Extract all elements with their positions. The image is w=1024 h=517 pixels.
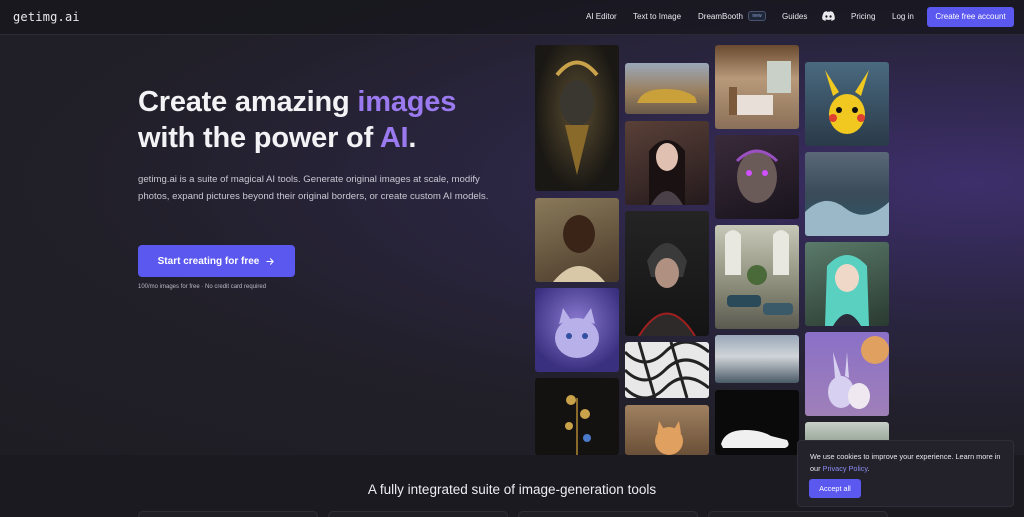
free-note: 100/mo images for free · No credit card …: [138, 284, 267, 290]
gallery-tile-mask: [535, 45, 619, 191]
create-account-button[interactable]: Create free account: [927, 7, 1014, 27]
logo[interactable]: getimg.ai: [13, 10, 80, 24]
nav-guides[interactable]: Guides: [782, 12, 807, 21]
hero-title-end: .: [408, 122, 417, 154]
gallery-tile-pikachu: [805, 62, 889, 146]
new-badge: new: [748, 11, 766, 21]
gallery-tile-cat: [535, 288, 619, 372]
gallery-tile-cars-hall: [715, 225, 799, 329]
gallery-tile-warrior: [625, 211, 709, 336]
hero-subtitle: getimg.ai is a suite of magical AI tools…: [138, 174, 489, 202]
accept-all-button[interactable]: Accept all: [809, 479, 861, 498]
gallery-tile-cyborg: [715, 135, 799, 219]
arrow-right-icon: [266, 257, 275, 265]
cookie-message: We use cookies to improve your experienc…: [810, 451, 1005, 474]
gallery-tile-flowers: [535, 378, 619, 455]
feature-card: [518, 511, 698, 517]
top-nav: getimg.ai AI Editor Text to Image DreamB…: [0, 0, 1024, 35]
feature-card: [708, 511, 888, 517]
nav-ai-editor[interactable]: AI Editor: [586, 12, 617, 21]
hero-title-highlight2: AI: [379, 122, 409, 154]
feature-card: [328, 511, 508, 517]
gallery-tile-car: [625, 63, 709, 114]
nav-pricing[interactable]: Pricing: [851, 12, 875, 21]
nav-dreambooth[interactable]: DreamBooth: [698, 12, 743, 21]
gallery-tile-bunny-cat: [805, 332, 889, 416]
gallery-tile-clouds: [715, 335, 799, 383]
cookie-text-end: .: [867, 463, 870, 473]
hero-title-highlight1: images: [357, 86, 457, 118]
gallery-tile-wave: [805, 152, 889, 236]
privacy-policy-link[interactable]: Privacy Policy: [823, 464, 868, 473]
nav-login[interactable]: Log in: [892, 12, 914, 21]
discord-icon[interactable]: [822, 11, 835, 21]
feature-card: [138, 511, 318, 517]
start-creating-label: Start creating for free: [157, 255, 260, 267]
hero-title-part2: with the power of: [138, 122, 380, 154]
start-creating-button[interactable]: Start creating for free: [138, 245, 295, 277]
gallery-tile-sneaker: [715, 390, 799, 455]
gallery-tile-lattice: [625, 342, 709, 398]
cookie-banner: We use cookies to improve your experienc…: [797, 440, 1014, 507]
hero-title-part1: Create amazing: [138, 86, 358, 118]
gallery-tile-anime-girl: [805, 242, 889, 326]
gallery-tile-man: [535, 198, 619, 282]
nav-text-to-image[interactable]: Text to Image: [633, 12, 681, 21]
gallery-tile-kitten: [625, 405, 709, 455]
gallery-tile-bedroom: [715, 45, 799, 129]
gallery-tile-woman: [625, 121, 709, 205]
hero-title: Create amazing images with the power of …: [138, 84, 456, 156]
